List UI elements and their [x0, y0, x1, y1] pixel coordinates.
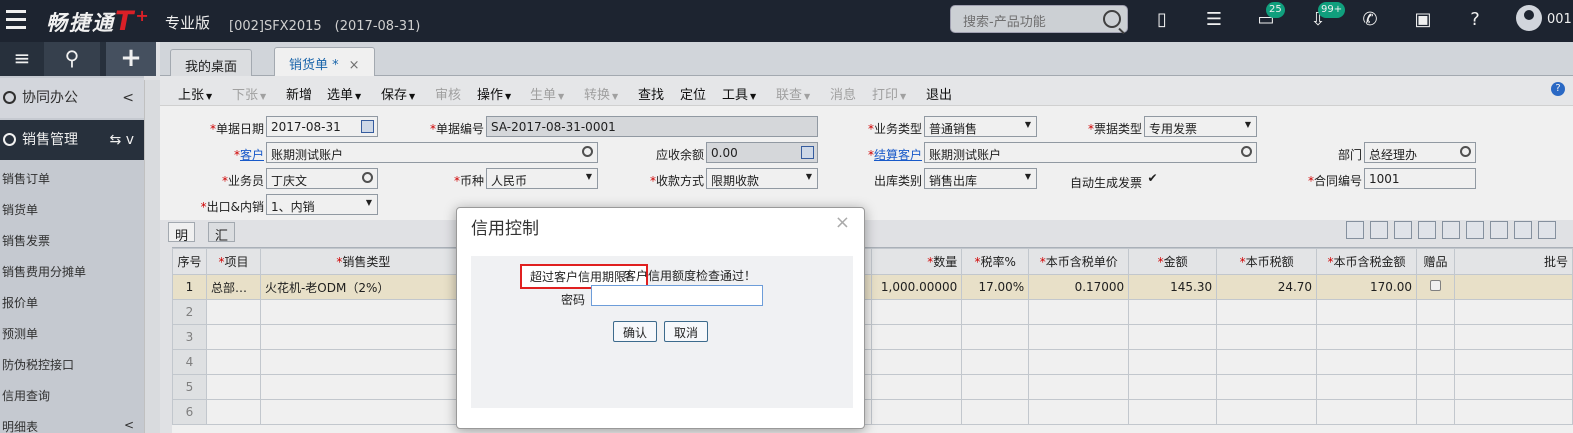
- cancel-button[interactable]: 取消: [664, 321, 709, 342]
- ok-button[interactable]: 确认: [613, 321, 658, 342]
- dialog-title: 信用控制: [471, 219, 539, 239]
- password-label: 密码: [561, 293, 586, 307]
- password-input[interactable]: [591, 285, 763, 306]
- dialog-body: 超过客户信用期限！ 客户信用额度检查通过！ 密码 确认 取消: [471, 256, 853, 408]
- close-icon[interactable]: ×: [835, 212, 850, 233]
- credit-message: 客户信用额度检查通过！: [624, 269, 757, 283]
- credit-control-dialog: 信用控制 × 超过客户信用期限！ 客户信用额度检查通过！ 密码 确认 取消: [456, 207, 865, 429]
